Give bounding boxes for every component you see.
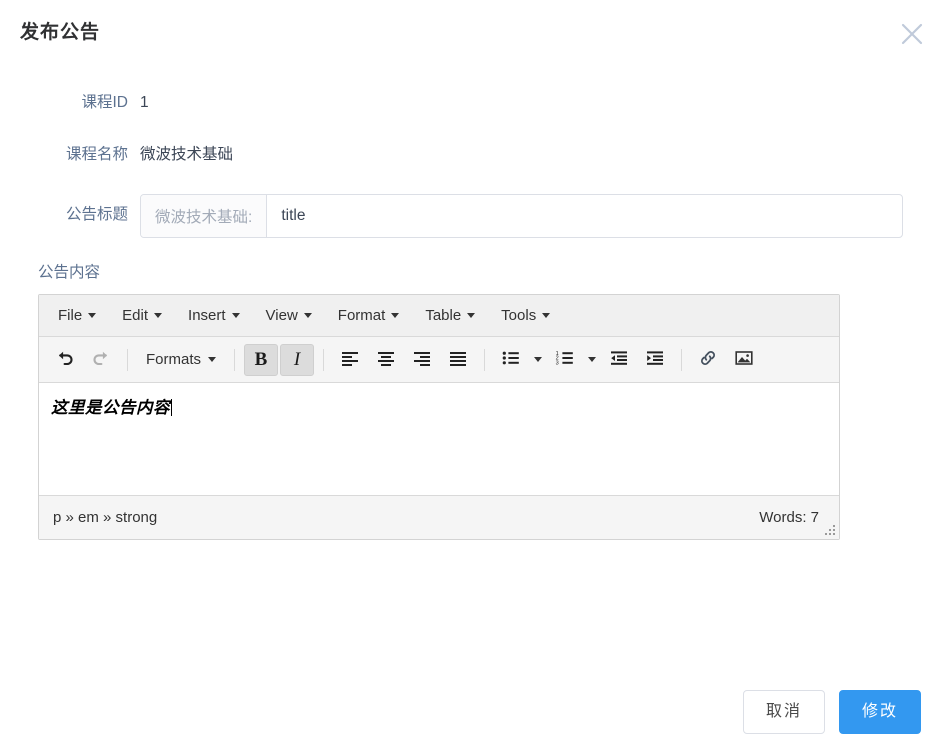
announcement-title-input-group: 微波技术基础:	[140, 194, 903, 238]
editor-paragraph: 这里是公告内容	[51, 397, 827, 419]
editor-toolbar: Formats B I 1 2 3	[39, 337, 839, 383]
menu-format-label: Format	[337, 307, 386, 324]
menu-insert[interactable]: Insert	[178, 303, 250, 328]
announcement-title-label: 公告标题	[65, 206, 128, 223]
chevron-down-icon	[534, 357, 543, 362]
align-left-icon	[340, 348, 360, 371]
announcement-content-label: 公告内容	[38, 264, 101, 281]
course-name-value: 微波技术基础	[140, 146, 234, 163]
menu-tools-label: Tools	[501, 307, 537, 324]
bold-button[interactable]: B	[244, 343, 279, 376]
editor-text: 这里是公告内容	[51, 399, 170, 417]
indent-icon	[645, 348, 665, 371]
numbered-list-icon: 1 2 3	[555, 348, 575, 371]
menu-view[interactable]: View	[256, 303, 322, 328]
formats-label: Formats	[146, 351, 202, 368]
menu-file[interactable]: File	[48, 303, 106, 328]
rich-text-editor: File Edit Insert View Format Table Tools…	[38, 294, 840, 540]
chevron-down-icon	[391, 313, 400, 318]
page-title: 发布公告	[20, 22, 101, 43]
word-count: Words: 7	[759, 509, 819, 526]
bullet-list-options-button[interactable]	[529, 344, 547, 376]
toolbar-separator	[323, 348, 325, 371]
italic-icon: I	[293, 348, 301, 370]
menu-insert-label: Insert	[188, 307, 226, 324]
chevron-down-icon	[467, 313, 476, 318]
confirm-button[interactable]: 修改	[838, 690, 921, 734]
image-icon	[734, 348, 754, 371]
dialog-header: 发布公告	[0, 0, 949, 62]
align-center-icon	[376, 348, 396, 371]
bullet-list-button[interactable]	[494, 344, 528, 376]
redo-icon	[91, 348, 111, 371]
close-button[interactable]	[895, 17, 929, 51]
editor-statusbar: p » em » strong Words: 7	[39, 495, 839, 539]
menu-edit-label: Edit	[122, 307, 149, 324]
menu-edit[interactable]: Edit	[112, 303, 172, 328]
undo-icon	[55, 348, 75, 371]
align-left-button[interactable]	[333, 344, 367, 376]
align-justify-button[interactable]	[441, 344, 475, 376]
toolbar-separator	[234, 348, 236, 371]
numbered-list-button[interactable]: 1 2 3	[548, 344, 582, 376]
publish-announcement-dialog: 发布公告 课程ID 1 课程名称 微波技术基础 公告标题 微波技术基础: 公	[0, 0, 949, 756]
outdent-icon	[609, 348, 629, 371]
course-id-value: 1	[140, 94, 149, 111]
editor-menubar: File Edit Insert View Format Table Tools	[39, 295, 839, 337]
form-row-announcement-title: 公告标题 微波技术基础:	[28, 194, 921, 238]
announcement-title-input[interactable]	[267, 195, 902, 237]
toolbar-separator	[484, 348, 486, 371]
bullet-list-icon	[501, 348, 521, 371]
italic-button[interactable]: I	[280, 343, 315, 376]
course-id-label: 课程ID	[81, 94, 128, 111]
toolbar-separator	[681, 348, 683, 371]
redo-button[interactable]	[84, 344, 118, 376]
announcement-title-prefix: 微波技术基础:	[141, 195, 268, 237]
chevron-down-icon	[542, 313, 551, 318]
chevron-down-icon	[154, 313, 163, 318]
dialog-body: 课程ID 1 课程名称 微波技术基础 公告标题 微波技术基础: 公告内容 Fil…	[0, 62, 949, 540]
align-center-button[interactable]	[369, 344, 403, 376]
element-path[interactable]: p » em » strong	[53, 509, 157, 526]
menu-table-label: Table	[425, 307, 462, 324]
form-row-course-name: 课程名称 微波技术基础	[28, 136, 921, 174]
close-icon	[899, 21, 925, 47]
text-cursor	[171, 399, 172, 416]
undo-button[interactable]	[48, 344, 82, 376]
dialog-footer: 取消 修改	[742, 690, 921, 734]
menu-table[interactable]: Table	[415, 303, 485, 328]
bold-icon: B	[254, 348, 268, 370]
resize-handle[interactable]	[823, 523, 837, 537]
svg-text:3: 3	[556, 361, 559, 367]
editor-content-area[interactable]: 这里是公告内容	[39, 383, 839, 495]
numbered-list-options-button[interactable]	[583, 344, 601, 376]
align-right-icon	[412, 348, 432, 371]
indent-button[interactable]	[638, 344, 672, 376]
chevron-down-icon	[208, 357, 217, 362]
align-justify-icon	[448, 348, 468, 371]
cancel-button[interactable]: 取消	[742, 690, 825, 734]
chevron-down-icon	[88, 313, 97, 318]
chevron-down-icon	[303, 313, 312, 318]
link-icon	[698, 348, 718, 371]
insert-link-button[interactable]	[691, 344, 725, 376]
form-row-course-id: 课程ID 1	[28, 84, 921, 122]
menu-file-label: File	[58, 307, 83, 324]
chevron-down-icon	[588, 357, 597, 362]
menu-view-label: View	[265, 307, 298, 324]
course-name-label: 课程名称	[65, 146, 128, 163]
chevron-down-icon	[231, 313, 240, 318]
align-right-button[interactable]	[405, 344, 439, 376]
menu-format[interactable]: Format	[328, 303, 410, 328]
menu-tools[interactable]: Tools	[491, 303, 560, 328]
outdent-button[interactable]	[602, 344, 636, 376]
toolbar-separator	[127, 348, 128, 371]
insert-image-button[interactable]	[727, 344, 761, 376]
formats-button[interactable]: Formats	[136, 346, 226, 373]
